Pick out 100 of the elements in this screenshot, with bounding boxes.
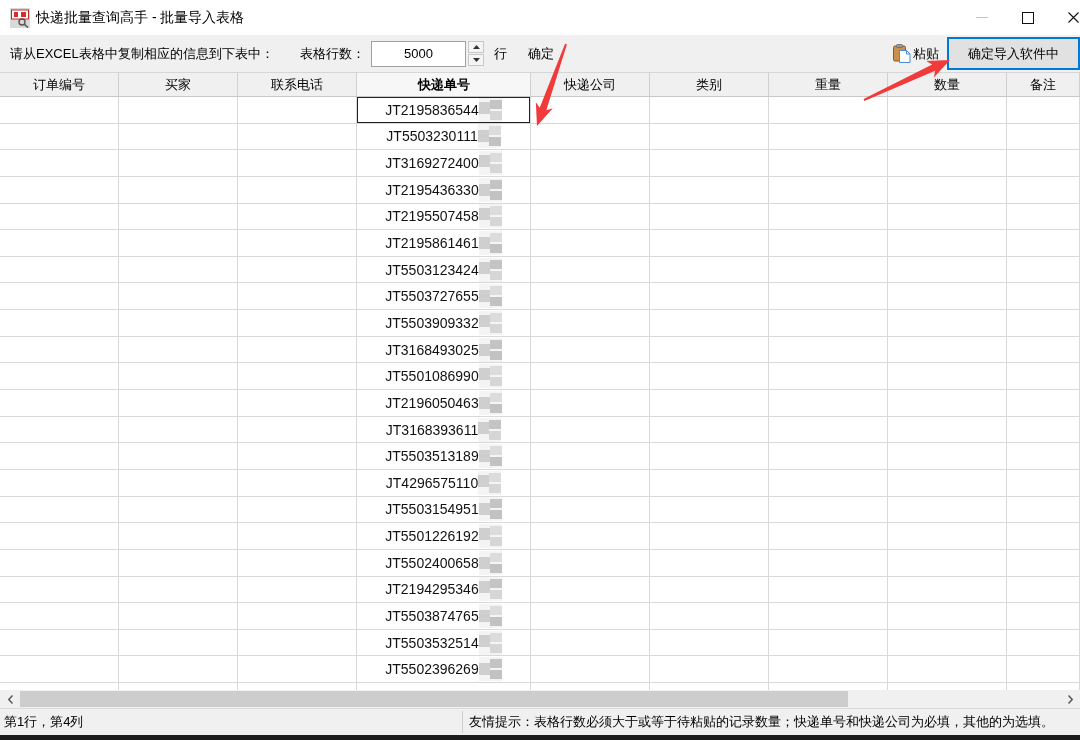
table-cell[interactable]: [1007, 230, 1080, 257]
table-cell[interactable]: [769, 656, 888, 684]
table-cell[interactable]: JT5501086990: [357, 363, 531, 391]
table-cell[interactable]: [0, 150, 119, 177]
table-cell[interactable]: [1007, 629, 1080, 657]
table-cell[interactable]: [888, 523, 1007, 550]
table-cell[interactable]: [238, 310, 357, 337]
table-cell[interactable]: [769, 576, 888, 604]
table-cell[interactable]: [0, 123, 119, 151]
table-cell[interactable]: [119, 123, 238, 151]
table-cell[interactable]: [0, 496, 119, 524]
table-cell[interactable]: JT5503727655: [357, 283, 531, 311]
table-cell[interactable]: [650, 603, 769, 630]
table-cell[interactable]: [650, 656, 769, 684]
table-cell[interactable]: [650, 443, 769, 470]
table-cell[interactable]: [0, 469, 119, 497]
table-cell[interactable]: [1007, 443, 1080, 470]
table-cell[interactable]: [238, 203, 357, 231]
table-cell[interactable]: [0, 523, 119, 550]
table-cell[interactable]: [888, 549, 1007, 577]
table-cell[interactable]: [0, 336, 119, 364]
table-cell[interactable]: [888, 469, 1007, 497]
table-cell[interactable]: [119, 443, 238, 470]
table-cell[interactable]: [888, 203, 1007, 231]
table-cell[interactable]: [119, 549, 238, 577]
table-cell[interactable]: [1007, 549, 1080, 577]
table-cell[interactable]: [531, 443, 650, 470]
table-cell[interactable]: JT3169272400: [357, 150, 531, 177]
table-cell[interactable]: [238, 576, 357, 604]
table-cell[interactable]: [1007, 656, 1080, 684]
table-cell[interactable]: [888, 256, 1007, 284]
table-cell[interactable]: JT2196050463: [357, 390, 531, 417]
table-cell[interactable]: [1007, 310, 1080, 337]
table-cell[interactable]: [531, 123, 650, 151]
table-cell[interactable]: JT2194295346: [357, 576, 531, 604]
table-cell[interactable]: [650, 576, 769, 604]
table-cell[interactable]: [650, 469, 769, 497]
table-cell[interactable]: JT5503909332: [357, 310, 531, 337]
table-cell[interactable]: [531, 390, 650, 417]
table-cell[interactable]: [769, 443, 888, 470]
table-cell[interactable]: [888, 283, 1007, 311]
table-cell[interactable]: [1007, 576, 1080, 604]
table-cell[interactable]: [0, 390, 119, 417]
table-cell[interactable]: [888, 656, 1007, 684]
table-cell[interactable]: [650, 496, 769, 524]
table-cell[interactable]: [769, 469, 888, 497]
table-cell[interactable]: [119, 336, 238, 364]
table-cell[interactable]: [531, 203, 650, 231]
table-cell[interactable]: JT3168393611: [357, 416, 531, 444]
table-cell[interactable]: [650, 203, 769, 231]
table-cell[interactable]: [0, 230, 119, 257]
table-cell[interactable]: [1007, 469, 1080, 497]
table-cell[interactable]: [1007, 363, 1080, 391]
table-cell[interactable]: [531, 283, 650, 311]
table-cell[interactable]: JT5503154951: [357, 496, 531, 524]
table-cell[interactable]: [238, 629, 357, 657]
table-cell[interactable]: [888, 496, 1007, 524]
table-cell[interactable]: [769, 176, 888, 204]
table-cell[interactable]: [238, 230, 357, 257]
table-cell[interactable]: [0, 603, 119, 630]
table-cell[interactable]: [0, 549, 119, 577]
import-button[interactable]: 确定导入软件中: [947, 37, 1080, 70]
table-cell[interactable]: [238, 363, 357, 391]
table-cell[interactable]: [238, 336, 357, 364]
table-cell[interactable]: [119, 230, 238, 257]
table-cell[interactable]: [888, 97, 1007, 124]
table-cell[interactable]: JT5503123424: [357, 256, 531, 284]
table-cell[interactable]: [531, 549, 650, 577]
spin-down-button[interactable]: [468, 54, 484, 66]
table-cell[interactable]: JT2195436330: [357, 176, 531, 204]
table-cell[interactable]: [1007, 203, 1080, 231]
table-cell[interactable]: [0, 656, 119, 684]
table-cell[interactable]: [119, 576, 238, 604]
table-cell[interactable]: [1007, 603, 1080, 630]
table-cell[interactable]: JT5501226192: [357, 523, 531, 550]
table-cell[interactable]: [119, 176, 238, 204]
table-cell[interactable]: [650, 230, 769, 257]
table-cell[interactable]: [769, 150, 888, 177]
table-cell[interactable]: [238, 150, 357, 177]
table-cell[interactable]: [888, 230, 1007, 257]
table-cell[interactable]: [1007, 97, 1080, 124]
table-cell[interactable]: [238, 469, 357, 497]
table-cell[interactable]: [119, 363, 238, 391]
spin-up-button[interactable]: [468, 41, 484, 53]
table-cell[interactable]: [531, 150, 650, 177]
table-cell[interactable]: [650, 123, 769, 151]
table-cell[interactable]: JT2195507458: [357, 203, 531, 231]
table-cell[interactable]: [650, 523, 769, 550]
table-cell[interactable]: [0, 416, 119, 444]
table-cell[interactable]: [769, 256, 888, 284]
table-cell[interactable]: [888, 629, 1007, 657]
table-cell[interactable]: [769, 336, 888, 364]
scrollbar-thumb[interactable]: [20, 691, 848, 707]
table-cell[interactable]: [119, 656, 238, 684]
table-cell[interactable]: [0, 203, 119, 231]
table-cell[interactable]: [1007, 283, 1080, 311]
table-cell[interactable]: [531, 336, 650, 364]
table-cell[interactable]: [531, 629, 650, 657]
table-cell[interactable]: [650, 310, 769, 337]
table-cell[interactable]: [650, 283, 769, 311]
